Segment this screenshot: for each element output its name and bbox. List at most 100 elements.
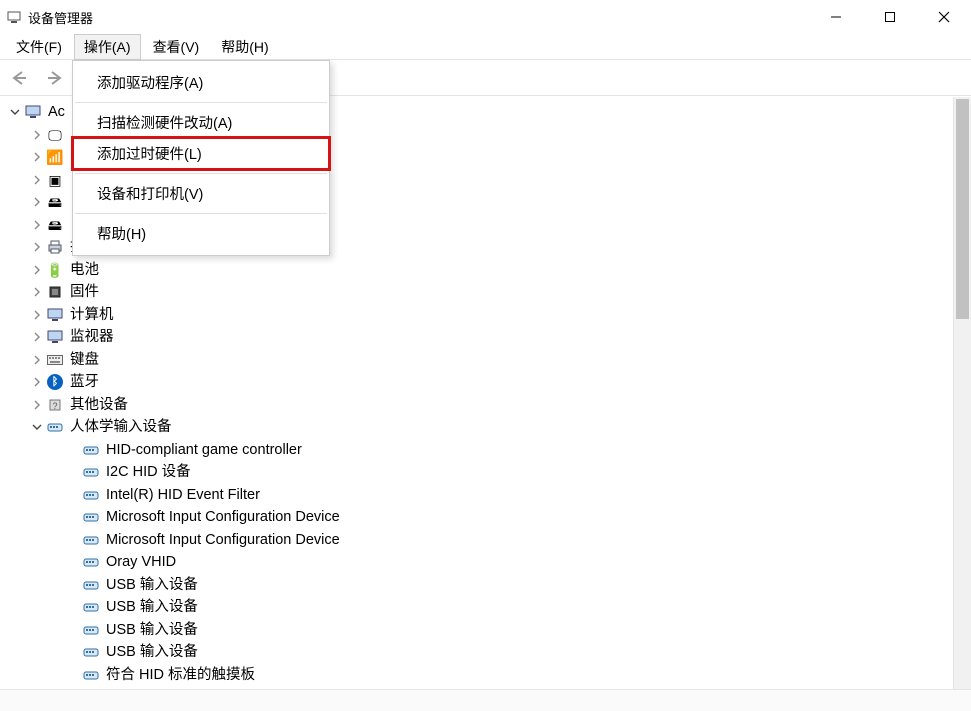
tree-node-label: 人体学输入设备 [70,416,172,438]
tree-node-label: Microsoft Input Configuration Device [106,529,340,551]
menu-help[interactable]: 帮助(H) [73,218,329,249]
menu-add-legacy-hardware[interactable]: 添加过时硬件(L) [73,138,329,169]
scrollbar-thumb[interactable] [956,99,969,319]
tree-node-label: 符合 HID 标准的触摸板 [106,664,255,686]
tree-node-label: 其他设备 [70,394,128,416]
menu-action[interactable]: 操作(A) [74,34,141,60]
tree-hid-child-0[interactable]: HID-compliant game controller [8,439,971,462]
tree-node-label: USB 输入设备 [106,641,198,663]
computer-icon [46,307,64,323]
tree-hid-child-6[interactable]: USB 输入设备 [8,574,971,597]
tree-hid-child-10[interactable]: 符合 HID 标准的触摸板 [8,664,971,687]
tree-node-label: USB 输入设备 [106,574,198,596]
computer-icon [24,104,42,120]
chevron-right-icon[interactable] [30,175,44,185]
menu-help[interactable]: 帮助(H) [211,34,278,60]
chevron-right-icon[interactable] [30,220,44,230]
tree-node-label: USB 输入设备 [106,596,198,618]
hid-dev-icon [82,577,100,593]
tree-hid-child-5[interactable]: Oray VHID [8,551,971,574]
tree-hid-child-4[interactable]: Microsoft Input Configuration Device [8,529,971,552]
tree-node-label: Oray VHID [106,551,176,573]
other-icon: ? [46,397,64,413]
chevron-down-icon[interactable] [30,422,44,432]
hid-dev-icon [82,509,100,525]
close-button[interactable] [917,0,971,34]
menu-add-driver[interactable]: 添加驱动程序(A) [73,67,329,98]
battery-icon: 🔋 [46,262,64,278]
hid-dev-icon [82,554,100,570]
tree-hid-child-8[interactable]: USB 输入设备 [8,619,971,642]
statusbar [0,689,971,711]
chevron-right-icon[interactable] [30,355,44,365]
titlebar: 设备管理器 [0,0,971,34]
tree-node-label: USB 输入设备 [106,619,198,641]
hid-dev-icon [82,532,100,548]
back-button[interactable] [6,64,34,92]
chevron-right-icon[interactable] [30,332,44,342]
hid-dev-icon [82,464,100,480]
tree-category-3[interactable]: 计算机 [8,304,971,327]
maximize-button[interactable] [863,0,917,34]
tree-hid-child-3[interactable]: Microsoft Input Configuration Device [8,506,971,529]
tree-category-5[interactable]: 键盘 [8,349,971,372]
printer-icon [46,239,64,255]
hid-dev-icon [82,667,100,683]
chevron-right-icon[interactable] [30,377,44,387]
tree-node-label: 固件 [70,281,99,303]
controller-icon: 🖴 [46,217,64,233]
minimize-button[interactable] [809,0,863,34]
app-icon [6,9,22,25]
display-icon: 🖵 [46,127,64,143]
tree-category-7[interactable]: ? 其他设备 [8,394,971,417]
action-menu-dropdown: 添加驱动程序(A) 扫描检测硬件改动(A) 添加过时硬件(L) 设备和打印机(V… [72,60,330,256]
firmware-icon [46,284,64,300]
chevron-right-icon[interactable] [30,130,44,140]
menu-scan-hardware[interactable]: 扫描检测硬件改动(A) [73,107,329,138]
tree-hid-child-7[interactable]: USB 输入设备 [8,596,971,619]
tree-category-2[interactable]: 固件 [8,281,971,304]
tree-node-label: Intel(R) HID Event Filter [106,484,260,506]
tree-category-hid[interactable]: 人体学输入设备 [8,416,971,439]
tree-hid-child-1[interactable]: I2C HID 设备 [8,461,971,484]
bluetooth-icon: ᛒ [46,374,64,390]
menubar: 文件(F) 操作(A) 查看(V) 帮助(H) [0,34,971,60]
tree-category-1[interactable]: 🔋 电池 [8,259,971,282]
tree-node-label: I2C HID 设备 [106,461,191,483]
tree-category-6[interactable]: ᛒ 蓝牙 [8,371,971,394]
monitor-icon [46,329,64,345]
hid-dev-icon [82,442,100,458]
hid-dev-icon [82,644,100,660]
hid-icon [46,419,64,435]
chevron-right-icon[interactable] [30,197,44,207]
tree-node-label: HID-compliant game controller [106,439,302,461]
chevron-right-icon[interactable] [30,242,44,252]
forward-button[interactable] [40,64,68,92]
chevron-right-icon[interactable] [30,287,44,297]
tree-node-label: 计算机 [70,304,114,326]
tree-node-label: 电池 [70,259,99,281]
disk-icon: 🖴 [46,194,64,210]
menu-separator [75,173,327,174]
tree-node-label: 蓝牙 [70,371,99,393]
chevron-right-icon[interactable] [30,310,44,320]
tree-hid-child-2[interactable]: Intel(R) HID Event Filter [8,484,971,507]
window-controls [809,0,971,34]
hid-dev-icon [82,487,100,503]
tree-node-label: Ac [48,101,65,123]
tree-node-label: 键盘 [70,349,99,371]
vertical-scrollbar[interactable] [953,97,971,689]
hid-dev-icon [82,622,100,638]
menu-devices-printers[interactable]: 设备和打印机(V) [73,178,329,209]
svg-text:?: ? [52,401,57,411]
chevron-right-icon[interactable] [30,152,44,162]
tree-hid-child-9[interactable]: USB 输入设备 [8,641,971,664]
chevron-down-icon[interactable] [8,107,22,117]
tree-category-4[interactable]: 监视器 [8,326,971,349]
window-title: 设备管理器 [28,8,93,27]
menu-view[interactable]: 查看(V) [143,34,210,60]
menu-file[interactable]: 文件(F) [6,34,72,60]
chevron-right-icon[interactable] [30,265,44,275]
chevron-right-icon[interactable] [30,400,44,410]
tree-node-label: Microsoft Input Configuration Device [106,506,340,528]
